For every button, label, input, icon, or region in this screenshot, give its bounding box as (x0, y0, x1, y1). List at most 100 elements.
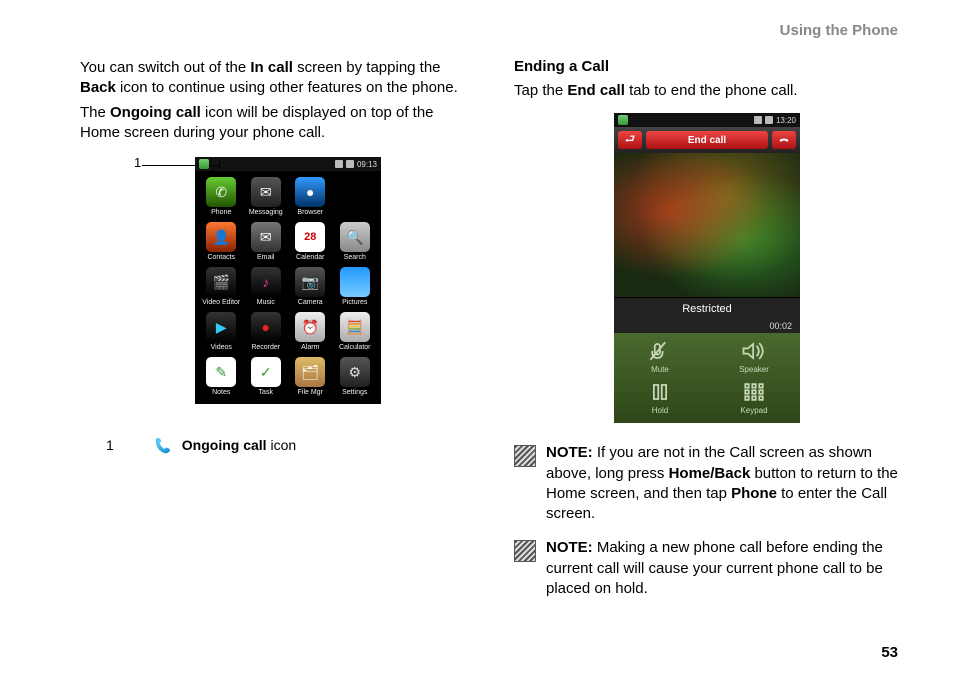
app-notes[interactable]: ✎Notes (199, 357, 244, 396)
text: Making a new phone call before ending th… (546, 539, 883, 597)
bold-homeback: Home/Back (669, 465, 751, 482)
status-time: 13:20 (776, 116, 796, 125)
status-time: 09:13 (357, 160, 377, 169)
mute-button[interactable]: Mute (622, 339, 698, 374)
app-email[interactable]: ✉ Email (244, 222, 289, 261)
app-recorder[interactable]: ●Recorder (244, 312, 289, 351)
bold-ongoing: Ongoing call (110, 104, 201, 121)
left-column: You can switch out of the In call screen… (80, 24, 466, 667)
phone2-figure: 13:20 ⮐ End call Restricted 00:02 Mute (514, 113, 900, 423)
hold-label: Hold (652, 406, 668, 415)
search-icon: 🔍 (340, 222, 370, 252)
right-column: Ending a Call Tap the End call tab to en… (514, 24, 900, 667)
ongoing-call-status-icon (618, 115, 628, 125)
callout-tick (219, 161, 220, 169)
alarm-icon: ⏰ (295, 312, 325, 342)
note-1-text: NOTE: If you are not in the Call screen … (546, 443, 900, 524)
note-1: NOTE: If you are not in the Call screen … (514, 443, 900, 524)
app-label: Search (344, 254, 366, 261)
phone1-screenshot: 09:13 ✆Phone✉ Messaging ●Browser 👤 Contacts ✉… (195, 157, 381, 404)
speaker-label: Speaker (739, 365, 769, 374)
app-file-mgr[interactable]: 🗂 File Mgr (288, 357, 333, 396)
app-phone[interactable]: ✆Phone (199, 177, 244, 216)
call-timer: 00:02 (614, 319, 800, 333)
app-calculator[interactable]: 🧮Calculator (333, 312, 378, 351)
hangup-icon-button[interactable] (772, 131, 796, 149)
hangup-icon (778, 134, 790, 146)
note-label: NOTE: (546, 539, 593, 556)
app-grid: ✆Phone✉ Messaging ●Browser 👤 Contacts ✉ Email 2… (195, 171, 381, 404)
app-label: Task (259, 389, 273, 396)
app-alarm[interactable]: ⏰ Alarm (288, 312, 333, 351)
phone2-screenshot: 13:20 ⮐ End call Restricted 00:02 Mute (614, 113, 800, 423)
app-label: Email (257, 254, 275, 261)
speaker-button[interactable]: Speaker (716, 339, 792, 374)
file-mgr-icon: 🗂 (295, 357, 325, 387)
ongoing-call-icon (154, 436, 172, 454)
videos-icon: ▶ (206, 312, 236, 342)
video-editor-icon: 🎬 (206, 267, 236, 297)
app-label: Video Editor (202, 299, 240, 306)
app-settings[interactable]: ⚙ Settings (333, 357, 378, 396)
phone2-statusbar: 13:20 (614, 113, 800, 127)
app-search[interactable]: 🔍 Search (333, 222, 378, 261)
callout-number: 1 (134, 155, 141, 170)
bold-endcall: End call (567, 82, 625, 99)
note-2-text: NOTE: Making a new phone call before end… (546, 538, 900, 599)
app-label: Contacts (207, 254, 235, 261)
keypad-button[interactable]: Keypad (716, 380, 792, 415)
pictures-icon (340, 267, 370, 297)
app-videos[interactable]: ▶Videos (199, 312, 244, 351)
phone1-figure: 1 09:13 ✆Phone✉ Messaging ●Browser 👤 Contact… (80, 157, 466, 404)
hold-icon (643, 380, 677, 404)
music-icon: ♪ (251, 267, 281, 297)
email-icon: ✉ (251, 222, 281, 252)
app-video-editor[interactable]: 🎬 Video Editor (199, 267, 244, 306)
messaging-icon: ✉ (251, 177, 281, 207)
camera-icon: 📷 (295, 267, 325, 297)
bold-phone: Phone (731, 485, 777, 502)
signal-icon (335, 160, 343, 168)
notes-icon: ✎ (206, 357, 236, 387)
app-task[interactable]: ✓ Task (244, 357, 289, 396)
app-browser[interactable]: ●Browser (288, 177, 333, 216)
app-label: Alarm (301, 344, 319, 351)
text: tab to end the phone call. (625, 82, 798, 99)
section-heading: Ending a Call (514, 58, 900, 75)
bold-incall: In call (250, 59, 293, 76)
speaker-icon (737, 339, 771, 363)
app-calendar[interactable]: 28 Calendar (288, 222, 333, 261)
app-label: File Mgr (298, 389, 323, 396)
app-messaging[interactable]: ✉ Messaging (244, 177, 289, 216)
call-controls: Mute Speaker Hold Keypad (614, 333, 800, 423)
legend-text: Ongoing call icon (182, 437, 296, 453)
page-body: You can switch out of the In call screen… (0, 0, 954, 677)
app-camera[interactable]: 📷Camera (288, 267, 333, 306)
contacts-icon: 👤 (206, 222, 236, 252)
app-pictures[interactable]: Pictures (333, 267, 378, 306)
keypad-label: Keypad (740, 406, 767, 415)
app-label: Phone (211, 209, 231, 216)
app-contacts[interactable]: 👤 Contacts (199, 222, 244, 261)
keypad-icon (737, 380, 771, 404)
app-label: Messaging (249, 209, 283, 216)
battery-icon (765, 116, 773, 124)
mute-icon (643, 339, 677, 363)
settings-icon: ⚙ (340, 357, 370, 387)
end-call-button[interactable]: End call (646, 131, 768, 149)
bold-back: Back (80, 79, 116, 96)
note-label: NOTE: (546, 444, 593, 461)
app-label: Calendar (296, 254, 324, 261)
hold-button[interactable]: Hold (622, 380, 698, 415)
battery-icon (346, 160, 354, 168)
paragraph-1: You can switch out of the In call screen… (80, 58, 466, 99)
phone1-statusbar: 09:13 (195, 157, 381, 171)
app-label: Settings (342, 389, 367, 396)
recorder-icon: ● (251, 312, 281, 342)
back-button[interactable]: ⮐ (618, 131, 642, 149)
task-icon: ✓ (251, 357, 281, 387)
phone2-topbar: ⮐ End call (614, 127, 800, 153)
app-music[interactable]: ♪Music (244, 267, 289, 306)
note-2: NOTE: Making a new phone call before end… (514, 538, 900, 599)
calendar-icon: 28 (295, 222, 325, 252)
